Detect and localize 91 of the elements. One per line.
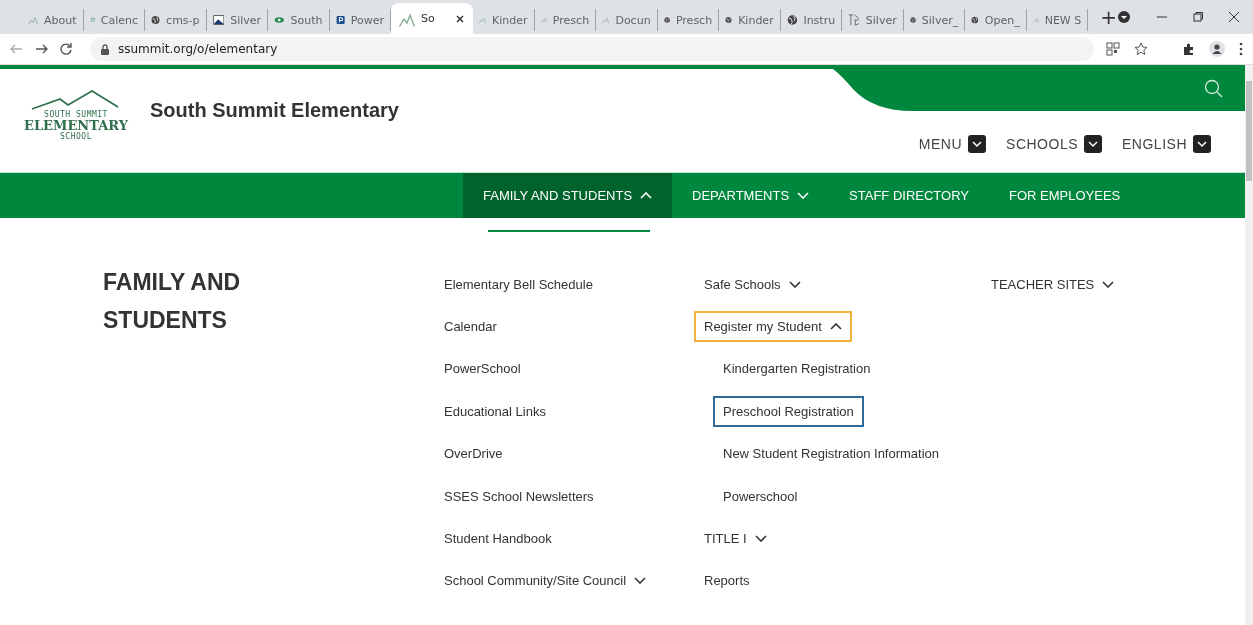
- page-link[interactable]: TEACHER SITES: [981, 268, 1125, 300]
- browser-tab[interactable]: Silver: [842, 9, 904, 31]
- tab-title: Silver_: [921, 13, 959, 27]
- tab-search-icon[interactable]: [1117, 10, 1131, 24]
- caret-down-icon: [754, 535, 767, 543]
- url-text: ssummit.org/o/elementary: [118, 42, 278, 56]
- nav-tab[interactable]: FAMILY AND STUDENTS: [463, 173, 673, 218]
- search-icon[interactable]: [1204, 79, 1223, 98]
- browser-tab[interactable]: Silver_: [903, 9, 966, 31]
- browser-tab[interactable]: So: [391, 3, 474, 34]
- page-link[interactable]: Reports: [694, 565, 760, 597]
- reload-icon[interactable]: [60, 43, 72, 55]
- browser-tab[interactable]: Calenc: [83, 9, 146, 31]
- caret-down-icon: [788, 280, 801, 288]
- page-link[interactable]: Safe Schools: [694, 268, 811, 300]
- page-link[interactable]: Student Handbook: [434, 523, 562, 555]
- caret-icon: [968, 135, 987, 153]
- nav-tab[interactable]: FOR EMPLOYEES: [989, 173, 1141, 218]
- more-icon[interactable]: [1239, 42, 1243, 56]
- page-link[interactable]: New Student Registration Information: [713, 438, 950, 470]
- tab-title: South: [290, 13, 323, 27]
- page-link[interactable]: OverDrive: [434, 438, 513, 470]
- site-title[interactable]: South Summit Elementary: [150, 98, 399, 122]
- caret-down-icon: [797, 192, 810, 199]
- logo-text: SCHOOL: [60, 133, 92, 142]
- tab-title: Instru: [803, 13, 836, 27]
- browser-tab[interactable]: Presch: [534, 9, 597, 31]
- browser-tab[interactable]: Instru: [780, 9, 843, 31]
- page-link[interactable]: Calendar: [434, 311, 507, 343]
- tab-title: Silver: [230, 13, 262, 27]
- forward-icon[interactable]: [35, 43, 48, 55]
- section-heading: FAMILY AND STUDENTS: [103, 268, 242, 335]
- tab-title: Docun: [615, 13, 651, 27]
- tab-title: Kinder: [492, 13, 528, 27]
- dropdown-link[interactable]: SCHOOLS: [1006, 135, 1103, 153]
- dropdown-link[interactable]: ENGLISH: [1122, 135, 1211, 153]
- tab-title: cms-p: [166, 13, 200, 27]
- page-link[interactable]: Powerschool: [713, 480, 808, 512]
- page-link[interactable]: Kindergarten Registration: [713, 353, 881, 385]
- favicon-icon: [848, 12, 860, 28]
- nav-tab[interactable]: DEPARTMENTS: [672, 173, 830, 218]
- caret-up-icon: [640, 192, 653, 199]
- close-icon[interactable]: [455, 13, 466, 24]
- lock-icon: [100, 43, 110, 55]
- page-link[interactable]: SSES School Newsletters: [434, 480, 604, 512]
- nav-tab[interactable]: STAFF DIRECTORY: [829, 173, 989, 218]
- caret-down-icon: [634, 577, 647, 585]
- browser-tab[interactable]: About: [22, 9, 84, 31]
- page-link[interactable]: Elementary Bell Schedule: [434, 268, 603, 300]
- tab-title: Calenc: [100, 13, 139, 27]
- browser-tab[interactable]: South: [268, 9, 330, 31]
- new-tab-button[interactable]: +: [1100, 5, 1117, 29]
- browser-tab[interactable]: Presch: [657, 9, 720, 31]
- caret-icon: [1084, 135, 1103, 153]
- tab-title: Power: [350, 13, 385, 27]
- tab-title: So: [421, 12, 435, 25]
- dropdown-link[interactable]: MENU: [918, 135, 987, 153]
- tab-title: Presch: [675, 13, 713, 27]
- favicon-icon: [212, 12, 225, 28]
- browser-tab[interactable]: Kinder: [473, 9, 535, 31]
- browser-tab[interactable]: cms-p: [145, 9, 207, 31]
- address-bar[interactable]: ssummit.org/o/elementary: [90, 37, 1094, 61]
- tab-title: About: [44, 13, 77, 27]
- browser-tab[interactable]: Docun: [596, 9, 658, 31]
- page-link[interactable]: Educational Links: [434, 395, 556, 427]
- page-link[interactable]: Register my Student: [694, 311, 852, 343]
- tab-title: Presch: [552, 13, 590, 27]
- scrollbar[interactable]: [1245, 65, 1253, 625]
- page-link[interactable]: TITLE I: [694, 523, 777, 555]
- logo-text: SOUTH SUMMIT: [44, 111, 108, 120]
- page-link[interactable]: School Community/Site Council: [434, 565, 657, 597]
- page-link[interactable]: PowerSchool: [434, 353, 531, 385]
- profile-icon[interactable]: [1209, 41, 1225, 57]
- close-icon[interactable]: [1229, 12, 1239, 22]
- browser-tab[interactable]: Silver: [206, 9, 269, 31]
- caret-up-icon: [829, 323, 842, 331]
- tab-title: Kinder: [738, 13, 774, 27]
- browser-tab[interactable]: Kinder: [719, 9, 781, 31]
- browser-tab[interactable]: Open_: [965, 9, 1027, 31]
- tab-title: NEW S: [1044, 13, 1082, 27]
- favicon-icon: [786, 12, 798, 28]
- tab-title: Open_: [984, 13, 1020, 27]
- qr-code-icon[interactable]: [1106, 42, 1120, 56]
- restore-icon[interactable]: [1193, 12, 1203, 22]
- puzzle-icon[interactable]: [1182, 42, 1195, 56]
- page-link[interactable]: Preschool Registration: [713, 395, 864, 427]
- star-icon[interactable]: [1134, 42, 1148, 56]
- caret-down-icon: [1102, 280, 1115, 288]
- tab-title: Silver: [865, 13, 897, 27]
- caret-icon: [1193, 135, 1211, 153]
- browser-tab[interactable]: NEW S: [1026, 9, 1089, 31]
